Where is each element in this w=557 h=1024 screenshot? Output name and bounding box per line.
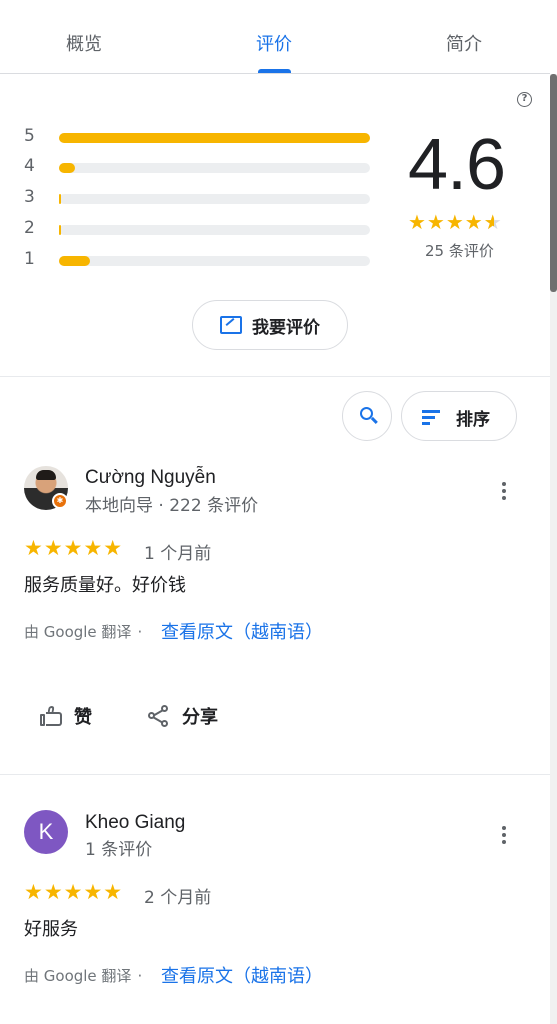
view-original-link[interactable]: 查看原文（越南语） — [161, 962, 323, 988]
rating-row-5: 5 — [24, 126, 374, 148]
review-stars: ★★★★★ — [24, 536, 124, 560]
translated-by-label: 由 Google 翻译 — [24, 623, 132, 641]
share-label: 分享 — [182, 707, 218, 728]
rating-bar-fill — [59, 225, 62, 235]
share-button[interactable]: 分享 — [148, 696, 218, 736]
tab-about[interactable]: 简介 — [404, 30, 524, 56]
rating-bar-fill — [59, 133, 370, 143]
rating-bar-track — [59, 133, 370, 143]
reviewer-meta[interactable]: 1 条评价 — [85, 835, 152, 860]
scrollbar-thumb[interactable] — [550, 74, 557, 292]
rating-row-3: 3 — [24, 187, 374, 209]
like-label: 赞 — [74, 707, 92, 728]
search-reviews-button[interactable] — [342, 391, 392, 441]
rating-row-4: 4 — [24, 156, 374, 178]
section-divider — [0, 376, 550, 377]
help-icon[interactable]: ? — [517, 92, 532, 107]
more-options-icon[interactable] — [494, 823, 514, 847]
sort-button[interactable]: 排序 — [401, 391, 517, 441]
sort-icon — [422, 410, 440, 425]
translated-by-label: 由 Google 翻译 — [24, 967, 132, 985]
rating-bar-track — [59, 225, 370, 235]
more-options-icon[interactable] — [494, 479, 514, 503]
rating-row-1: 1 — [24, 249, 374, 271]
view-original-link[interactable]: 查看原文（越南语） — [161, 618, 323, 644]
separator-dot: · — [137, 623, 143, 641]
local-guide-badge-icon: ✱ — [52, 493, 68, 509]
separator-dot: · — [137, 967, 143, 985]
review-count: 25 条评价 — [425, 242, 494, 260]
reviewer-meta[interactable]: 本地向导 · 222 条评价 — [85, 491, 258, 516]
write-review-button[interactable]: 我要评价 — [192, 300, 348, 350]
share-icon — [148, 705, 170, 727]
reviewer-name[interactable]: Cường Nguyễn — [85, 467, 216, 489]
reviewer-name[interactable]: Kheo Giang — [85, 812, 185, 834]
tab-reviews[interactable]: 评价 — [214, 30, 334, 56]
review-text: 好服务 — [24, 919, 78, 940]
reviews-panel: 概览 评价 简介 ? 5 4 3 2 1 4.6 ★★★★★ 25 条评价 我要… — [0, 0, 550, 1024]
rating-bar-track — [59, 194, 370, 204]
thumb-up-icon — [40, 706, 62, 726]
review-divider — [0, 774, 550, 775]
rating-bar-fill — [59, 194, 62, 204]
rate-review-icon — [220, 316, 242, 334]
rating-row-label: 5 — [24, 126, 35, 146]
rating-row-label: 3 — [24, 187, 35, 207]
tab-overview[interactable]: 概览 — [24, 30, 144, 56]
rating-bar-fill — [59, 256, 91, 266]
review-time: 2 个月前 — [144, 888, 212, 908]
rating-row-2: 2 — [24, 218, 374, 240]
rating-bar-track — [59, 163, 370, 173]
rating-bar-track — [59, 256, 370, 266]
rating-row-label: 1 — [24, 249, 35, 269]
average-rating: 4.6 — [408, 125, 506, 205]
rating-row-label: 4 — [24, 156, 35, 176]
review-stars: ★★★★★ — [24, 880, 124, 904]
translation-note: 由 Google 翻译 · — [24, 965, 148, 986]
average-rating-stars: ★★★★★ — [408, 210, 503, 234]
rating-bar-fill — [59, 163, 75, 173]
avatar[interactable]: K — [24, 810, 68, 854]
review-text: 服务质量好。好价钱 — [24, 575, 186, 596]
translation-note: 由 Google 翻译 · — [24, 621, 148, 642]
write-review-label: 我要评价 — [252, 317, 320, 338]
tab-bar: 概览 评价 简介 — [0, 0, 550, 74]
like-button[interactable]: 赞 — [40, 696, 92, 736]
rating-row-label: 2 — [24, 218, 35, 238]
sort-label: 排序 — [456, 410, 490, 430]
review-time: 1 个月前 — [144, 544, 212, 564]
active-tab-indicator — [258, 69, 291, 73]
